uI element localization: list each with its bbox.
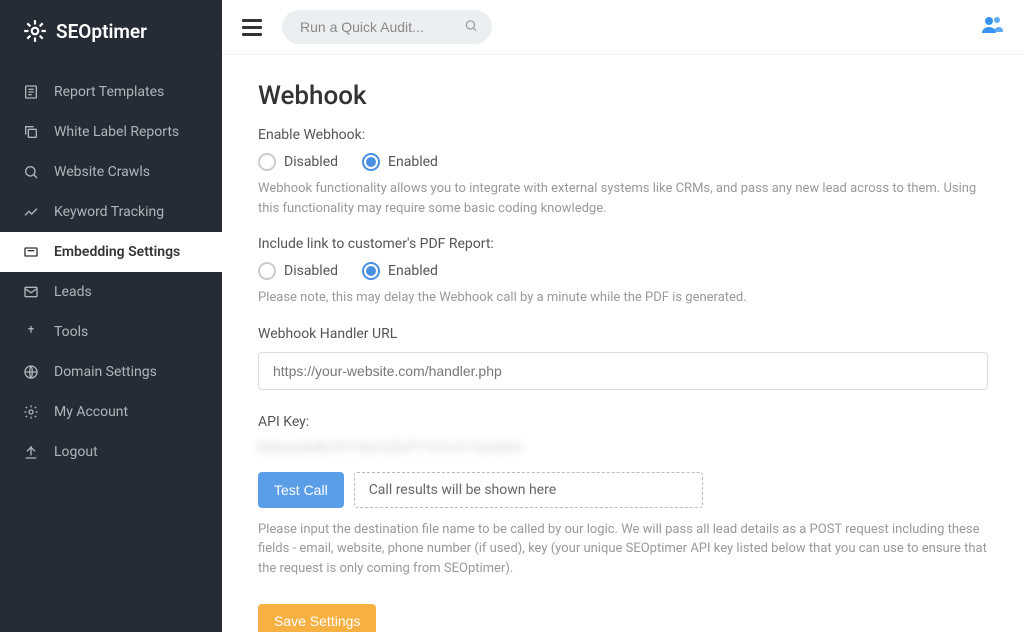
radio-label: Disabled: [284, 154, 338, 170]
pdf-report-radio-group: Disabled Enabled: [258, 262, 988, 280]
radio-unchecked-icon: [258, 262, 276, 280]
sidebar-item-domain-settings[interactable]: Domain Settings: [0, 352, 222, 392]
mail-icon: [22, 284, 40, 300]
radio-label: Disabled: [284, 263, 338, 279]
pdf-report-enabled-option[interactable]: Enabled: [362, 262, 438, 280]
radio-unchecked-icon: [258, 153, 276, 171]
destination-helper: Please input the destination file name t…: [258, 520, 988, 579]
sidebar-nav: Report Templates White Label Reports Web…: [0, 72, 222, 472]
sidebar-item-white-label-reports[interactable]: White Label Reports: [0, 112, 222, 152]
enable-webhook-enabled-option[interactable]: Enabled: [362, 153, 438, 171]
sidebar-item-label: Embedding Settings: [54, 244, 180, 260]
sidebar-item-label: Website Crawls: [54, 164, 150, 180]
sidebar-item-report-templates[interactable]: Report Templates: [0, 72, 222, 112]
sidebar-item-logout[interactable]: Logout: [0, 432, 222, 472]
sidebar-item-keyword-tracking[interactable]: Keyword Tracking: [0, 192, 222, 232]
users-icon[interactable]: [980, 13, 1004, 41]
logo-text: SEOptimer: [56, 20, 147, 43]
pdf-report-label: Include link to customer's PDF Report:: [258, 236, 988, 252]
radio-label: Enabled: [388, 154, 438, 170]
radio-checked-icon: [362, 262, 380, 280]
tool-icon: [22, 324, 40, 340]
globe-icon: [22, 364, 40, 380]
page-title: Webhook: [258, 81, 988, 111]
pdf-report-helper: Please note, this may delay the Webhook …: [258, 288, 988, 308]
document-icon: [22, 84, 40, 100]
sidebar-item-label: White Label Reports: [54, 124, 179, 140]
copy-icon: [22, 124, 40, 140]
enable-webhook-radio-group: Disabled Enabled: [258, 153, 988, 171]
api-key-label: API Key:: [258, 414, 988, 430]
topbar: [222, 0, 1024, 55]
chart-icon: [22, 204, 40, 220]
test-call-row: Test Call Call results will be shown her…: [258, 472, 703, 508]
main: Webhook Enable Webhook: Disabled Enabled…: [222, 0, 1024, 632]
sidebar-item-my-account[interactable]: My Account: [0, 392, 222, 432]
search-icon: [22, 164, 40, 180]
search-wrap: [282, 10, 492, 44]
logo-icon: [22, 18, 48, 44]
sidebar-item-label: Logout: [54, 444, 98, 460]
sidebar-item-label: Tools: [54, 324, 88, 340]
pdf-report-disabled-option[interactable]: Disabled: [258, 262, 338, 280]
sidebar-item-label: Leads: [54, 284, 92, 300]
radio-checked-icon: [362, 153, 380, 171]
save-settings-button[interactable]: Save Settings: [258, 604, 376, 632]
sidebar-item-label: My Account: [54, 404, 128, 420]
hamburger-icon[interactable]: [242, 19, 262, 36]
sidebar-item-website-crawls[interactable]: Website Crawls: [0, 152, 222, 192]
test-call-button[interactable]: Test Call: [258, 472, 344, 508]
logout-icon: [22, 444, 40, 460]
enable-webhook-helper: Webhook functionality allows you to inte…: [258, 179, 988, 218]
logo[interactable]: SEOptimer: [0, 0, 222, 62]
gear-icon: [22, 404, 40, 420]
test-call-result: Call results will be shown here: [354, 472, 703, 508]
sidebar-item-label: Domain Settings: [54, 364, 157, 380]
api-key-value: BdeaedeBC3f13b25ZbfT1S2c315anbb4: [258, 440, 988, 456]
handler-url-label: Webhook Handler URL: [258, 326, 988, 342]
enable-webhook-label: Enable Webhook:: [258, 127, 988, 143]
sidebar-item-label: Keyword Tracking: [54, 204, 164, 220]
sidebar-item-tools[interactable]: Tools: [0, 312, 222, 352]
content: Webhook Enable Webhook: Disabled Enabled…: [222, 55, 1024, 632]
enable-webhook-disabled-option[interactable]: Disabled: [258, 153, 338, 171]
search-input[interactable]: [282, 10, 492, 44]
handler-url-input[interactable]: [258, 352, 988, 390]
layout-icon: [22, 244, 40, 260]
radio-label: Enabled: [388, 263, 438, 279]
sidebar-item-leads[interactable]: Leads: [0, 272, 222, 312]
sidebar: SEOptimer Report Templates White Label R…: [0, 0, 222, 632]
search-icon: [464, 18, 478, 37]
sidebar-item-embedding-settings[interactable]: Embedding Settings: [0, 232, 222, 272]
sidebar-item-label: Report Templates: [54, 84, 164, 100]
